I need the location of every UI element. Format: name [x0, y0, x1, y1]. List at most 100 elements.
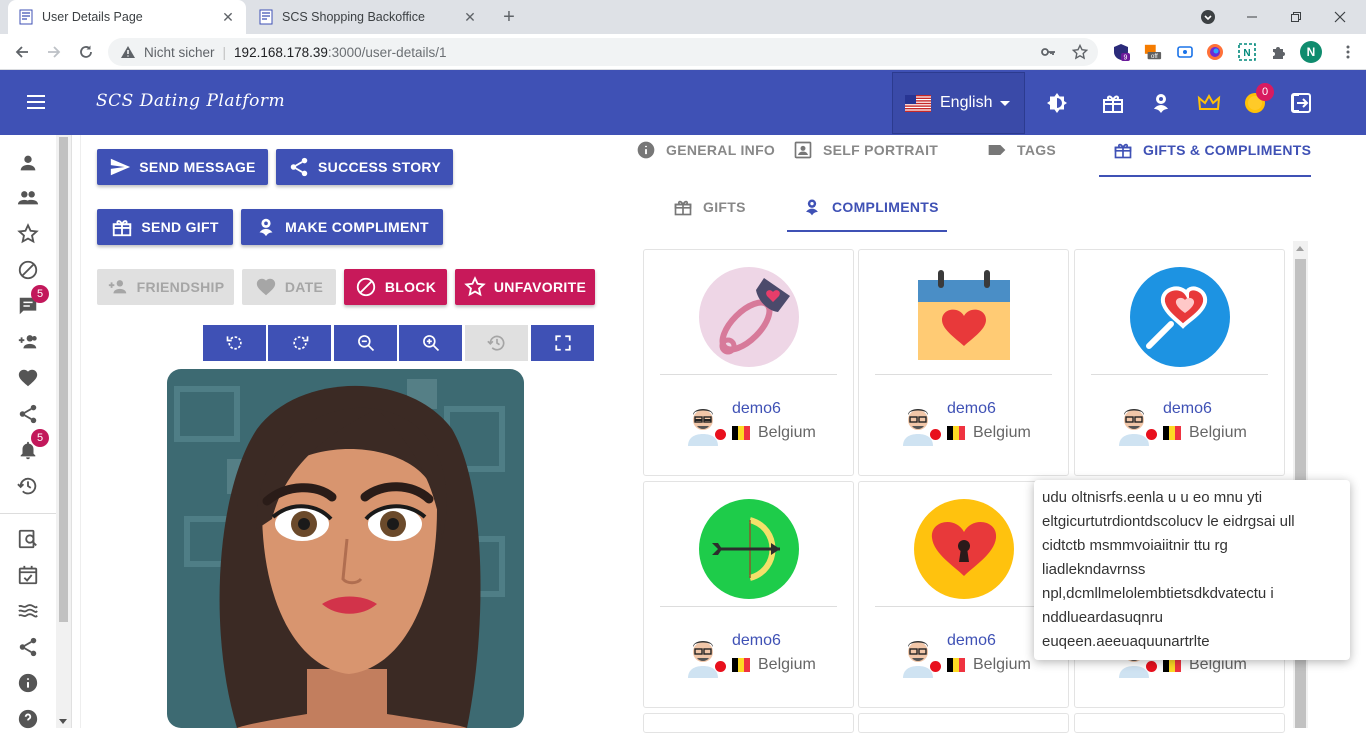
extension-firefox-icon[interactable]: [1206, 43, 1224, 61]
success-story-label: SUCCESS STORY: [318, 159, 441, 175]
brand-logo[interactable]: SCS Dating Platform: [96, 91, 285, 111]
warning-icon[interactable]: [120, 44, 136, 60]
share-icon-2[interactable]: [17, 636, 39, 658]
rotate-left-button[interactable]: [203, 325, 266, 361]
theme-icon[interactable]: [1045, 91, 1069, 115]
compliment-card-partial[interactable]: [858, 713, 1069, 733]
tab-close-icon-2[interactable]: ✕: [462, 9, 478, 25]
reset-history-icon: [486, 335, 504, 351]
send-gift-button[interactable]: SEND GIFT: [97, 209, 233, 245]
browser-tab-user-details[interactable]: User Details Page ✕: [8, 0, 246, 34]
address-bar[interactable]: Nicht sicher | 192.168.178.39 :3000/user…: [108, 38, 1098, 66]
scroll-up-arrow-icon[interactable]: [1296, 246, 1304, 251]
person-icon[interactable]: [17, 152, 39, 174]
compliment-card[interactable]: demo6 Belgium: [643, 481, 854, 708]
card-username[interactable]: demo6: [732, 632, 781, 650]
fullscreen-button[interactable]: [531, 325, 594, 361]
scroll-down-arrow-icon[interactable]: [59, 719, 67, 724]
help-icon[interactable]: [17, 708, 39, 730]
info-icon[interactable]: [17, 672, 39, 694]
compliment-card-partial[interactable]: [643, 713, 854, 733]
window-close-icon[interactable]: [1318, 0, 1362, 34]
sidebar-scrollbar[interactable]: [56, 135, 71, 728]
gift-icon[interactable]: [1101, 91, 1125, 115]
subtab-compliments-label: COMPLIMENTS: [832, 199, 939, 215]
heart-icon[interactable]: [17, 367, 39, 389]
user-avatar-icon[interactable]: [684, 632, 722, 678]
minimize-icon[interactable]: [1230, 0, 1274, 34]
card-username[interactable]: demo6: [732, 400, 781, 418]
key-icon[interactable]: [1040, 44, 1056, 60]
compliment-card-partial[interactable]: [1074, 713, 1285, 733]
zoom-in-button[interactable]: [399, 325, 462, 361]
compliment-card[interactable]: demo6 Belgium: [643, 249, 854, 476]
tab-self-portrait[interactable]: SELF PORTRAIT: [793, 140, 938, 160]
compliment-icon[interactable]: [1149, 91, 1173, 115]
compliment-card[interactable]: demo6 Belgium: [1074, 249, 1285, 476]
date-button[interactable]: DATE: [242, 269, 336, 305]
block-button[interactable]: BLOCK: [344, 269, 447, 305]
tab-search-icon[interactable]: [1186, 0, 1230, 34]
extensions-puzzle-icon[interactable]: [1270, 43, 1288, 61]
reset-history-button[interactable]: [465, 325, 528, 361]
tab-tags[interactable]: TAGS: [987, 140, 1056, 160]
tab-close-icon[interactable]: ✕: [220, 9, 236, 25]
people-icon[interactable]: [17, 187, 39, 209]
card-username[interactable]: demo6: [1163, 400, 1212, 418]
logout-icon[interactable]: [1289, 91, 1313, 115]
profile-avatar-image[interactable]: [167, 369, 524, 728]
user-avatar-icon[interactable]: [899, 632, 937, 678]
subtab-compliments[interactable]: COMPLIMENTS: [802, 197, 939, 217]
waves-icon[interactable]: [17, 600, 39, 622]
extension-screen-icon[interactable]: [1176, 43, 1194, 61]
language-label: English: [940, 94, 993, 111]
share-icon[interactable]: [17, 403, 39, 425]
send-message-button[interactable]: SEND MESSAGE: [97, 149, 268, 185]
subtab-gifts[interactable]: GIFTS: [673, 197, 746, 217]
forward-icon[interactable]: [42, 40, 66, 64]
user-avatar-icon[interactable]: [684, 400, 722, 446]
new-tab-icon[interactable]: +: [498, 6, 520, 28]
unfavorite-button[interactable]: UNFAVORITE: [455, 269, 595, 305]
tooltip-line: cidtctb msmmvoiaiitnir ttu rg: [1042, 537, 1228, 554]
reload-icon[interactable]: [74, 40, 98, 64]
make-compliment-button[interactable]: MAKE COMPLIMENT: [241, 209, 443, 245]
bookmark-star-icon[interactable]: [1072, 44, 1088, 60]
crown-icon[interactable]: [1197, 91, 1221, 115]
success-story-button[interactable]: SUCCESS STORY: [276, 149, 453, 185]
menu-icon[interactable]: [24, 90, 48, 114]
sidebar-scroll-thumb[interactable]: [59, 137, 68, 622]
compliment-card[interactable]: demo6 Belgium: [858, 249, 1069, 476]
rotate-left-icon: [226, 336, 242, 350]
tab-general-info[interactable]: GENERAL INFO: [636, 140, 775, 160]
zoom-out-button[interactable]: [334, 325, 397, 361]
extension-off-icon[interactable]: off: [1144, 43, 1162, 61]
user-avatar-icon[interactable]: [899, 400, 937, 446]
friendship-button[interactable]: FRIENDSHIP: [97, 269, 234, 305]
add-friend-icon[interactable]: [17, 331, 39, 353]
browser-tab-strip: User Details Page ✕ SCS Shopping Backoff…: [0, 0, 1366, 34]
browser-menu-icon[interactable]: [1340, 44, 1356, 60]
extension-shield-icon[interactable]: 9: [1112, 43, 1130, 61]
url-host: 192.168.178.39: [234, 44, 328, 60]
user-avatar-icon[interactable]: [1115, 400, 1153, 446]
gift-icon-4: [674, 200, 692, 216]
profile-search-icon[interactable]: [17, 528, 39, 550]
profile-avatar[interactable]: N: [1300, 41, 1322, 63]
card-username[interactable]: demo6: [947, 632, 996, 650]
block-icon-2: [356, 277, 376, 297]
history-icon[interactable]: [17, 475, 39, 497]
browser-tab-shopping-backoffice[interactable]: SCS Shopping Backoffice ✕: [248, 0, 488, 34]
language-selector[interactable]: English: [892, 72, 1025, 134]
notification-badge: 0: [1256, 83, 1274, 101]
event-check-icon[interactable]: [17, 564, 39, 586]
tab-gifts-compliments[interactable]: GIFTS & COMPLIMENTS: [1113, 140, 1311, 160]
star-icon[interactable]: [17, 223, 39, 245]
extension-n-icon[interactable]: N: [1238, 43, 1256, 61]
back-icon[interactable]: [10, 40, 34, 64]
block-icon[interactable]: [17, 259, 39, 281]
rotate-right-button[interactable]: [268, 325, 331, 361]
card-divider: [1091, 374, 1268, 375]
card-username[interactable]: demo6: [947, 400, 996, 418]
restore-icon[interactable]: [1274, 0, 1318, 34]
